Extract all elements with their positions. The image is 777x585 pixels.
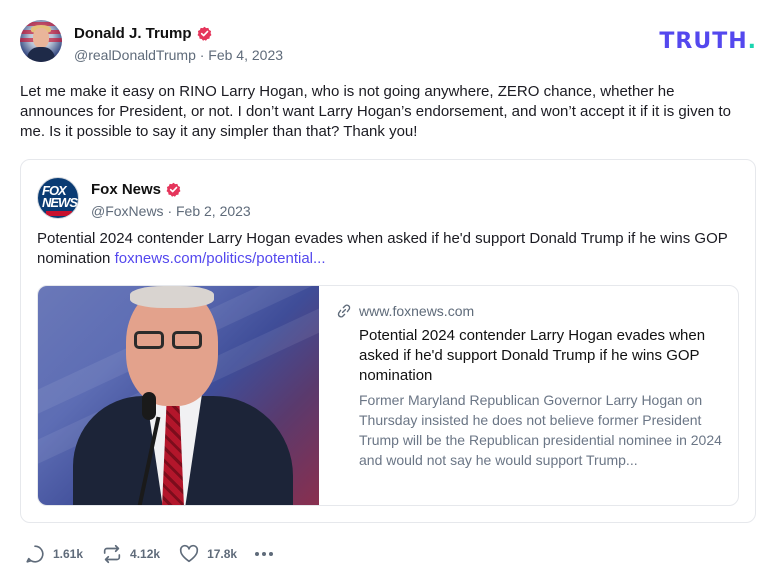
retruth-button[interactable]: 4.12k bbox=[101, 543, 160, 565]
link-preview-image bbox=[38, 286, 319, 505]
post-meta[interactable]: @realDonaldTrump · Feb 4, 2023 bbox=[74, 47, 283, 63]
link-preview-domain: www.foxnews.com bbox=[359, 303, 475, 319]
quoted-author-info: Fox News @FoxNews · Feb 2, 2023 bbox=[91, 179, 251, 220]
reply-button[interactable]: 1.61k bbox=[24, 543, 83, 565]
reply-count: 1.61k bbox=[53, 547, 84, 561]
verified-badge-icon bbox=[166, 182, 181, 197]
quoted-post-meta[interactable]: @FoxNews · Feb 2, 2023 bbox=[91, 203, 251, 219]
link-preview-description: Former Maryland Republican Governor Larr… bbox=[359, 392, 722, 468]
post-body: Let me make it easy on RINO Larry Hogan,… bbox=[20, 83, 731, 140]
quoted-post-body: Potential 2024 contender Larry Hogan eva… bbox=[37, 230, 728, 267]
like-count: 17.8k bbox=[207, 547, 238, 561]
more-options-icon[interactable] bbox=[255, 552, 274, 556]
quoted-author-name[interactable]: Fox News bbox=[91, 181, 161, 198]
truth-post: Donald J. Trump @realDonaldTrump · Feb 4… bbox=[0, 0, 777, 585]
reply-icon bbox=[26, 545, 44, 563]
verified-badge-icon bbox=[197, 26, 211, 41]
author-info: Donald J. Trump @realDonaldTrump · Feb 4… bbox=[74, 23, 283, 64]
quoted-author-avatar[interactable]: FOX NEWS bbox=[37, 177, 79, 219]
retruth-count: 4.12k bbox=[130, 547, 161, 561]
fox-news-logo: FOX NEWS bbox=[42, 183, 78, 210]
link-icon bbox=[337, 304, 351, 318]
heart-icon bbox=[179, 544, 199, 563]
post-actions: 1.61k 4.12k 17.8k bbox=[24, 542, 274, 566]
retruth-icon bbox=[103, 544, 121, 564]
like-button[interactable]: 17.8k bbox=[178, 543, 237, 565]
link-preview-title: Potential 2024 contender Larry Hogan eva… bbox=[359, 327, 706, 384]
link-preview-card[interactable]: www.foxnews.com Potential 2024 contender… bbox=[37, 285, 739, 506]
quoted-post[interactable]: FOX NEWS Fox News @FoxNews · Feb 2, 2023… bbox=[20, 159, 756, 523]
truth-logo[interactable]: TRUTH. bbox=[659, 29, 757, 54]
post-header: Donald J. Trump @realDonaldTrump · Feb 4… bbox=[20, 20, 757, 66]
quoted-post-link[interactable]: foxnews.com/politics/potential... bbox=[115, 250, 326, 267]
author-avatar[interactable] bbox=[20, 20, 62, 62]
author-name[interactable]: Donald J. Trump bbox=[74, 25, 192, 42]
